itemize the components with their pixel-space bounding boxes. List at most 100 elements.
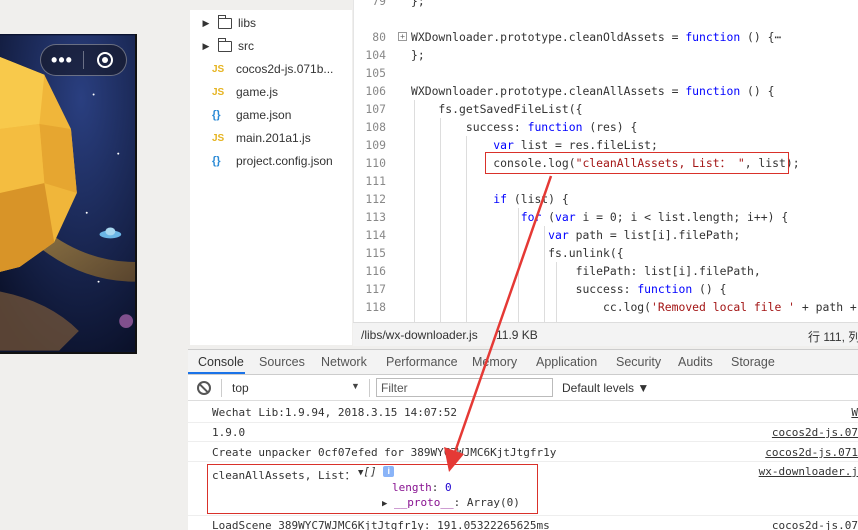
context-selector[interactable]: top <box>232 381 249 395</box>
code-text: for (var i = 0; i < list.length; i++) { <box>520 210 789 224</box>
tab-performance[interactable]: Performance <box>386 355 458 369</box>
line-number: 105 <box>365 66 386 80</box>
console-message: 1.9.0 cocos2d-js.07 <box>188 423 858 442</box>
game-simulator[interactable]: ••• <box>0 34 137 354</box>
chevron-right-icon[interactable]: ▶ <box>200 41 212 52</box>
cursor-position: 行 111, 列 <box>808 330 858 344</box>
dropdown-arrow-icon[interactable]: ▼ <box>351 381 360 391</box>
code-line: 105 <box>354 64 858 82</box>
editor-status-bar: /libs/wx-downloader.js 11.9 KB 行 111, 列 <box>353 322 858 346</box>
line-number: 111 <box>365 174 386 188</box>
line-number: 118 <box>365 300 386 314</box>
tab-security[interactable]: Security <box>616 355 661 369</box>
folder-icon <box>218 14 232 29</box>
json-file-icon: {} <box>212 109 221 121</box>
code-line: 80 + WXDownloader.prototype.cleanOldAssets… <box>354 28 858 46</box>
tab-audits[interactable]: Audits <box>678 355 713 369</box>
tree-item-label: src <box>238 39 254 53</box>
code-line: 111 <box>354 172 858 190</box>
toolbar-divider <box>369 379 370 397</box>
tree-item-game-json[interactable]: {} game.json <box>190 104 291 126</box>
log-levels-dropdown[interactable]: Default levels ▼ <box>562 381 649 395</box>
log-source-link[interactable]: wx-downloader.j <box>759 465 858 478</box>
code-text: }; <box>411 48 425 62</box>
clear-console-icon[interactable] <box>197 381 211 395</box>
code-line: 115 fs.unlink({ <box>354 244 858 262</box>
console-message: LoadScene 389WYC7WJMC6KjtJtgfr1y: 191.05… <box>188 516 858 530</box>
line-number: 116 <box>365 264 386 278</box>
line-number: 109 <box>365 138 386 152</box>
code-line: 118 cc.log('Removed local file ' + path … <box>354 298 858 316</box>
active-tab-indicator <box>188 372 245 374</box>
console-message: Wechat Lib:1.9.94, 2018.3.15 14:07:52 W <box>188 401 858 423</box>
close-target-icon[interactable] <box>84 51 126 69</box>
line-number: 110 <box>365 156 386 170</box>
log-source-link[interactable]: cocos2d-js.07 <box>772 519 858 530</box>
filter-input[interactable] <box>376 378 553 397</box>
console-output[interactable]: Wechat Lib:1.9.94, 2018.3.15 14:07:52 W … <box>188 401 858 530</box>
code-text: filePath: list[i].filePath, <box>411 264 761 278</box>
file-path: /libs/wx-downloader.js <box>361 328 478 342</box>
line-number: 104 <box>365 48 386 62</box>
expand-fold-icon[interactable]: + <box>398 32 407 41</box>
code-text: fs.getSavedFileList({ <box>411 102 583 116</box>
code-text: var path = list[i].filePath; <box>548 228 741 242</box>
tree-item-game-js[interactable]: JS game.js <box>190 81 278 103</box>
log-source-link[interactable]: W <box>851 406 858 419</box>
miniprogram-capsule: ••• <box>40 44 127 76</box>
code-editor[interactable]: 79}; 80 + WXDownloader.prototype.cleanOldA… <box>353 0 858 322</box>
file-size: 11.9 KB <box>496 328 538 342</box>
json-file-icon: {} <box>212 155 221 167</box>
more-icon[interactable]: ••• <box>41 45 83 75</box>
tab-console[interactable]: Console <box>198 355 244 369</box>
tree-item-project-config[interactable]: {} project.config.json <box>190 150 333 172</box>
tab-application[interactable]: Application <box>536 355 597 369</box>
tab-network[interactable]: Network <box>321 355 367 369</box>
log-text: Create unpacker 0cf07efed for 389WYC7WJM… <box>212 446 557 459</box>
code-line: 117 success: function () { <box>354 280 858 298</box>
code-line: 106 WXDownloader.prototype.cleanAllAssets… <box>354 82 858 100</box>
line-number: 80 <box>372 30 386 44</box>
code-line: 79}; <box>354 0 858 10</box>
code-text: WXDownloader.prototype.cleanOldAssets = … <box>411 30 782 44</box>
tree-item-label: main.201a1.js <box>236 131 311 145</box>
log-levels-label: Default levels <box>562 381 635 395</box>
js-file-icon: JS <box>212 132 225 144</box>
folder-icon <box>218 37 232 52</box>
tree-item-src[interactable]: ▶ src <box>190 35 254 57</box>
tab-sources[interactable]: Sources <box>259 355 305 369</box>
code-text: fs.unlink({ <box>411 246 624 260</box>
code-line: 107 fs.getSavedFileList({ <box>354 100 858 118</box>
tab-storage[interactable]: Storage <box>731 355 775 369</box>
code-text: WXDownloader.prototype.cleanAllAssets = … <box>411 84 775 98</box>
code-text: if (list) { <box>493 192 569 206</box>
line-number: 113 <box>365 210 386 224</box>
line-number: 107 <box>365 102 386 116</box>
tree-item-cocos2d-js[interactable]: JS cocos2d-js.071b... <box>190 58 333 80</box>
highlighted-log-output <box>207 464 538 514</box>
code-text: cc.log('Removed local file ' + path + ' <box>411 300 858 314</box>
code-text: success: function () { <box>411 282 727 296</box>
code-line: 113 for (var i = 0; i < list.length; i++… <box>354 208 858 226</box>
log-text: LoadScene 389WYC7WJMC6KjtJtgfr1y: 191.05… <box>212 519 550 530</box>
log-source-link[interactable]: cocos2d-js.07 <box>772 426 858 439</box>
code-line: 116 filePath: list[i].filePath, <box>354 262 858 280</box>
line-number: 115 <box>365 246 386 260</box>
tree-item-main-js[interactable]: JS main.201a1.js <box>190 127 311 149</box>
code-line: 112 if (list) { <box>354 190 858 208</box>
toolbar-divider <box>221 379 222 397</box>
tab-memory[interactable]: Memory <box>472 355 517 369</box>
tree-item-libs[interactable]: ▶ libs <box>190 12 256 34</box>
line-number: 108 <box>365 120 386 134</box>
log-source-link[interactable]: cocos2d-js.071 <box>765 446 858 459</box>
tree-item-label: project.config.json <box>236 154 333 168</box>
chevron-right-icon[interactable]: ▶ <box>200 18 212 29</box>
log-text: Wechat Lib:1.9.94, 2018.3.15 14:07:52 <box>212 406 458 419</box>
line-number: 106 <box>365 84 386 98</box>
file-tree: ▶ libs ▶ src JS cocos2d-js.071b... JS ga… <box>190 10 352 345</box>
code-line: 108 success: function (res) { <box>354 118 858 136</box>
devtools-window: ••• ▶ libs ▶ src JS cocos2d-js.071b... J… <box>0 0 858 530</box>
code-text: }; <box>411 0 425 8</box>
tree-item-label: libs <box>238 16 257 30</box>
line-number: 117 <box>365 282 386 296</box>
